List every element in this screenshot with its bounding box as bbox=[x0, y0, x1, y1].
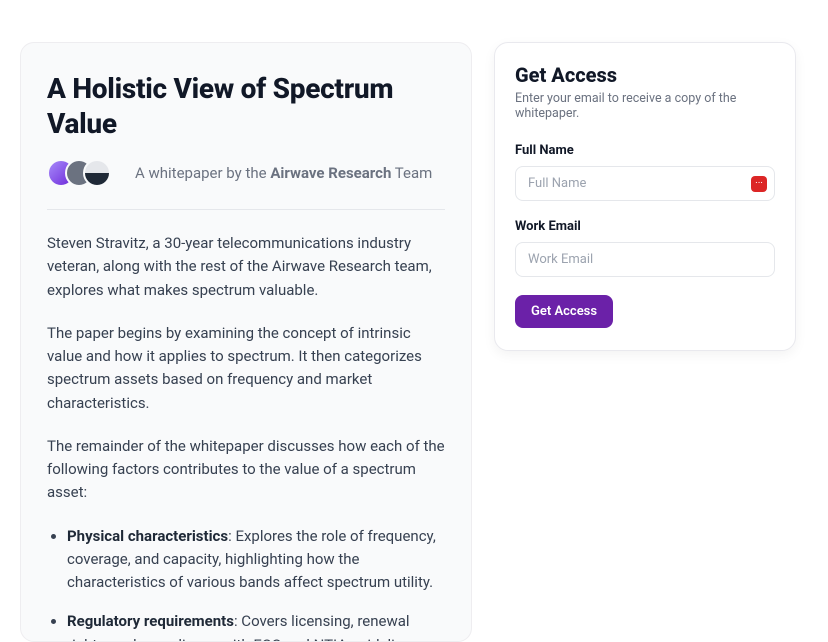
body-paragraph: The remainder of the whitepaper discusse… bbox=[47, 435, 445, 505]
page-title: A Holistic View of Spectrum Value bbox=[47, 71, 445, 141]
email-group bbox=[515, 242, 775, 277]
input-badge-icon[interactable]: ··· bbox=[751, 176, 767, 192]
form-subtitle: Enter your email to receive a copy of th… bbox=[515, 91, 775, 121]
list-item-label: Regulatory requirements bbox=[67, 612, 234, 630]
avatar bbox=[83, 159, 111, 187]
list-item: Physical characteristics: Explores the r… bbox=[67, 525, 445, 595]
get-access-button[interactable]: Get Access bbox=[515, 295, 613, 328]
body-paragraph: The paper begins by examining the concep… bbox=[47, 322, 445, 415]
list-item-label: Physical characteristics bbox=[67, 527, 228, 545]
access-form-card: Get Access Enter your email to receive a… bbox=[494, 42, 796, 351]
intro-paragraph: Steven Stravitz, a 30-year telecommunica… bbox=[47, 232, 445, 302]
byline-prefix: A whitepaper by the bbox=[135, 164, 270, 182]
whitepaper-card: A Holistic View of Spectrum Value A whit… bbox=[20, 42, 472, 642]
author-avatars bbox=[47, 159, 111, 187]
list-item: Regulatory requirements: Covers licensin… bbox=[67, 610, 445, 642]
divider bbox=[47, 209, 445, 210]
email-input[interactable] bbox=[515, 242, 775, 277]
fullname-group: ··· bbox=[515, 166, 775, 201]
byline-team: Airwave Research bbox=[270, 164, 391, 182]
byline: A whitepaper by the Airwave Research Tea… bbox=[135, 164, 432, 182]
fullname-input[interactable] bbox=[515, 166, 775, 201]
author-row: A whitepaper by the Airwave Research Tea… bbox=[47, 159, 445, 187]
byline-suffix: Team bbox=[391, 164, 432, 182]
email-label: Work Email bbox=[515, 219, 775, 234]
form-title: Get Access bbox=[515, 63, 775, 87]
fullname-label: Full Name bbox=[515, 143, 775, 158]
factor-list: Physical characteristics: Explores the r… bbox=[47, 525, 445, 642]
